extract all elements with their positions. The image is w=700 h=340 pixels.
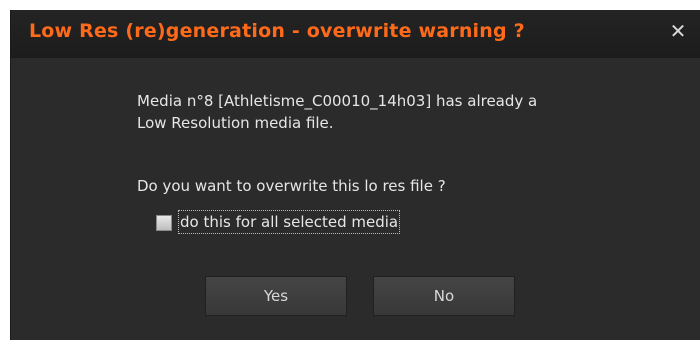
message-line-1: Media n°8 [Athletisme_C00010_14h03] has … (137, 92, 538, 110)
apply-all-checkbox[interactable] (156, 215, 172, 231)
close-icon[interactable]: ✕ (666, 18, 690, 44)
overwrite-warning-dialog: Low Res (re)generation - overwrite warni… (10, 10, 700, 340)
yes-button[interactable]: Yes (205, 276, 347, 316)
message-line-2: Low Resolution media file. (137, 114, 334, 132)
apply-all-checkbox-label[interactable]: do this for all selected media (178, 210, 401, 234)
overwrite-question: Do you want to overwrite this lo res fil… (137, 177, 446, 195)
no-button[interactable]: No (373, 276, 515, 316)
dialog-title: Low Res (re)generation - overwrite warni… (29, 20, 525, 42)
dialog-titlebar[interactable]: Low Res (re)generation - overwrite warni… (11, 10, 700, 58)
